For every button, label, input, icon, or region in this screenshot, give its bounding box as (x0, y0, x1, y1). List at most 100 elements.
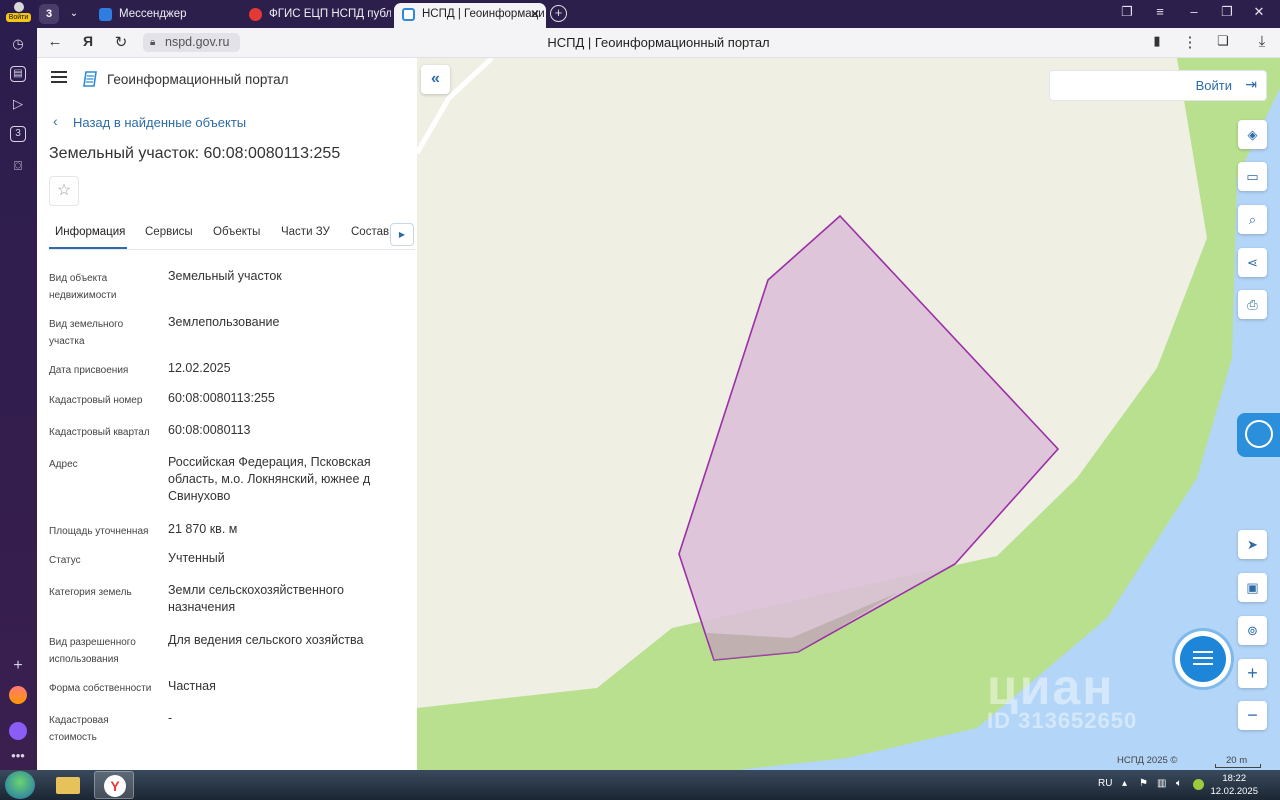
new-tab-button[interactable]: + (550, 5, 567, 22)
reload-icon[interactable]: ↻ (111, 33, 131, 51)
browser-sidebar: Войти ◷ ▤ ▷ 3 ⌼ + ••• (0, 0, 37, 770)
nspd-logo-icon (83, 71, 97, 87)
chat-icon[interactable] (1180, 636, 1226, 682)
object-title: Земельный участок: 60:08:0080113:255 (49, 145, 341, 162)
tab-services[interactable]: Сервисы (145, 226, 193, 238)
start-button-icon[interactable] (5, 771, 35, 799)
history-icon[interactable]: ◷ (8, 34, 28, 54)
url-text: nspd.gov.ru (165, 35, 230, 49)
bookmarks-icon[interactable]: ❐ (1117, 4, 1137, 20)
nspd-logo-icon (402, 8, 415, 21)
collections-icon[interactable]: ▤ (10, 66, 26, 82)
info-value: Российская Федерация, Псковская область,… (168, 455, 371, 503)
info-value: 60:08:0080113:255 (168, 391, 275, 405)
reading-icon[interactable]: ❏ (1213, 33, 1233, 49)
bookmark-icon[interactable]: ▮ (1147, 33, 1167, 49)
hamburger-menu-icon[interactable] (51, 71, 67, 86)
info-label: Категория земель (49, 587, 132, 598)
tray-app-icon[interactable] (1193, 779, 1204, 790)
tab-label: Мессенджер (119, 8, 187, 20)
chevron-down-icon[interactable]: ⌄ (65, 4, 83, 24)
more-icon[interactable]: ••• (8, 746, 28, 766)
login-label: Войти (1195, 78, 1232, 93)
info-label: Вид объекта недвижимости (49, 273, 117, 301)
tab-objects[interactable]: Объекты (213, 226, 260, 238)
map-view[interactable]: « Войти ⇥ ◈ ▭ ⌕ ⋖ ⎙ ➤ ▣ ⊚ + − циан ID 31… (417, 58, 1280, 770)
info-label: Кадастровый квартал (49, 427, 150, 438)
share-icon[interactable]: ⋖ (1238, 248, 1267, 277)
address-bar: НСПД | Геоинформационный портал ← Я ↻ 🔒︎… (37, 28, 1280, 58)
map-canvas[interactable] (417, 58, 1280, 770)
volume-icon[interactable]: 🔈︎ (1176, 778, 1182, 789)
action-center-icon[interactable]: ⚑ (1139, 778, 1148, 789)
zoom-out-icon[interactable]: − (1238, 701, 1267, 730)
info-value: 60:08:0080113 (168, 423, 251, 437)
tab-group-counter[interactable]: 3 (39, 4, 59, 24)
tab-messenger[interactable]: Мессенджер (91, 3, 239, 28)
file-explorer-icon[interactable] (48, 771, 88, 799)
info-value: Частная (168, 679, 216, 693)
screenshot-icon[interactable]: ⌼ (8, 156, 28, 176)
favorite-star-icon[interactable]: ☆ (49, 176, 79, 206)
lock-icon: 🔒︎ (150, 37, 156, 48)
tab-parts[interactable]: Части ЗУ (281, 226, 330, 238)
chevron-left-icon[interactable]: ‹ (53, 113, 58, 129)
active-tab-indicator (49, 247, 127, 249)
restore-icon[interactable]: ❐ (1217, 4, 1237, 20)
tab-information[interactable]: Информация (55, 226, 125, 238)
menu-icon[interactable]: ≡ (1150, 4, 1170, 19)
tab-composition[interactable]: Состав (351, 226, 389, 238)
geolocation-icon[interactable]: ➤ (1238, 530, 1267, 559)
coordinate-search-icon[interactable]: ⊚ (1238, 616, 1267, 645)
info-value: 21 870 кв. м (168, 522, 238, 536)
scale-bar (1215, 764, 1261, 768)
clock[interactable]: 18:22 12.02.2025 (1210, 772, 1258, 798)
info-value: - (168, 711, 173, 725)
login-button[interactable]: Войти ⇥ (1049, 70, 1267, 101)
info-value: 12.02.2025 (168, 361, 231, 375)
tab-count-icon[interactable]: 3 (10, 126, 26, 142)
tab-nspd[interactable]: НСПД | Геоинформаци ✕ (394, 3, 546, 28)
info-label: Площадь уточненная (49, 526, 149, 537)
video-icon[interactable]: ▷ (8, 94, 28, 114)
url-field[interactable]: 🔒︎ nspd.gov.ru (143, 33, 240, 52)
object-tabs: Информация Сервисы Объекты Части ЗУ Сост… (49, 222, 415, 250)
minimap-icon[interactable]: ▣ (1238, 573, 1267, 602)
info-label: Вид земельного участка (49, 319, 124, 347)
collapse-panel-icon[interactable]: « (421, 65, 450, 94)
info-label: Кадастровая стоимость (49, 715, 109, 743)
tab-label: ФГИС ЕЦП НСПД публич (269, 8, 391, 20)
tray-expand-icon[interactable]: ▴ (1122, 778, 1127, 789)
assistant-icon[interactable] (9, 722, 27, 740)
info-value: Земельный участок (168, 269, 282, 283)
print-icon[interactable]: ⎙ (1238, 290, 1267, 319)
close-icon[interactable]: ✕ (530, 3, 540, 26)
info-label: Дата присвоения (49, 365, 129, 376)
minimize-icon[interactable]: – (1184, 4, 1204, 19)
profile-avatar[interactable]: Войти (6, 2, 31, 24)
yandex-logo-icon[interactable]: Я (78, 33, 98, 49)
clock-date: 12.02.2025 (1210, 786, 1258, 797)
layers-icon[interactable]: ◈ (1238, 120, 1267, 149)
network-icon[interactable]: ▥ (1157, 778, 1166, 789)
info-label: Статус (49, 555, 81, 566)
window-close-icon[interactable]: ✕ (1249, 4, 1269, 20)
area-search-icon[interactable]: ⌕ (1238, 205, 1267, 234)
watermark-id: ID 313652650 (987, 708, 1138, 733)
support-widget-icon[interactable] (1237, 413, 1280, 457)
ruler-icon[interactable]: ▭ (1238, 162, 1267, 191)
back-icon[interactable]: ← (45, 33, 65, 50)
info-value: Для ведения сельского хозяйства (168, 633, 364, 647)
zoom-in-icon[interactable]: + (1238, 659, 1267, 688)
tab-fgis[interactable]: ФГИС ЕЦП НСПД публич (241, 3, 391, 28)
language-indicator[interactable]: RU (1098, 778, 1112, 789)
tabs-scroll-right-icon[interactable]: ▶ (390, 223, 414, 246)
yandex-browser-icon[interactable]: Y (94, 771, 134, 799)
alice-app-icon[interactable] (9, 686, 27, 704)
download-icon[interactable]: ⤓ (1252, 33, 1272, 50)
add-icon[interactable]: + (8, 656, 28, 676)
map-copyright: НСПД 2025 © (1117, 755, 1178, 766)
back-to-results-link[interactable]: Назад в найденные объекты (73, 115, 246, 130)
object-panel: Геоинформационный портал ‹ Назад в найде… (37, 58, 417, 770)
more-vert-icon[interactable]: ⋮ (1180, 33, 1200, 51)
